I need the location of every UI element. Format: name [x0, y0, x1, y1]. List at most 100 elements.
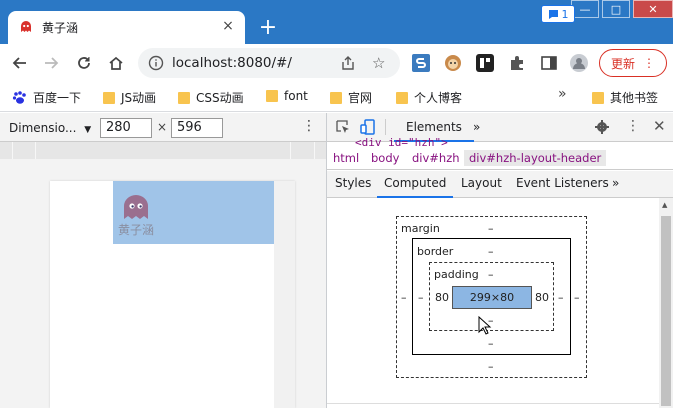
dom-breadcrumb-bar: <div id="hzh"> html body div#hzh div#hzh…: [327, 136, 673, 170]
padding-top-value[interactable]: –: [488, 268, 494, 281]
forward-arrow-icon[interactable]: [40, 52, 62, 74]
tab-close-icon[interactable]: ×: [219, 17, 237, 35]
new-tab-button[interactable]: +: [254, 15, 282, 43]
bookmark-font[interactable]: font: [266, 89, 308, 103]
border-top-value[interactable]: –: [488, 245, 494, 258]
side-panel-icon[interactable]: [540, 54, 558, 72]
browser-toolbar: localhost:8080/#/ ☆ 更新 ⋮: [0, 44, 673, 82]
more-tabs-icon[interactable]: »: [473, 113, 480, 142]
subtabs-more-icon[interactable]: »: [612, 171, 619, 198]
breadcrumb-layout-header[interactable]: div#hzh-layout-header: [464, 150, 607, 166]
bookmark-official-site[interactable]: 官网: [330, 89, 372, 106]
folder-icon: [592, 91, 604, 104]
margin-bottom-value[interactable]: –: [488, 360, 494, 373]
reload-icon[interactable]: [73, 52, 95, 74]
bookmarks-more-icon[interactable]: »: [558, 86, 567, 102]
media-query-ruler[interactable]: [0, 142, 326, 159]
ghost-favicon-icon: [21, 21, 31, 32]
settings-gear-icon[interactable]: [594, 119, 610, 135]
folder-icon: [178, 91, 190, 104]
dropdown-arrow-icon: ▼: [84, 125, 92, 135]
bookmark-personal-blog[interactable]: 个人博客: [396, 89, 462, 106]
ruler-segment: [12, 142, 13, 159]
device-preset-label: Dimensio...: [9, 121, 77, 135]
devtools-menu-icon[interactable]: ⋮: [626, 118, 640, 134]
breadcrumb-div-hzh[interactable]: div#hzh: [412, 151, 460, 165]
inspect-element-icon[interactable]: [335, 119, 351, 135]
device-preset-select[interactable]: Dimensio... ▼: [9, 121, 91, 135]
padding-label: padding: [434, 268, 479, 281]
device-toggle-icon[interactable]: [360, 119, 376, 135]
border-left-value[interactable]: –: [418, 291, 424, 304]
border-right-value[interactable]: –: [558, 291, 564, 304]
device-menu-icon[interactable]: ⋮: [302, 118, 316, 134]
url-text[interactable]: localhost:8080/#/: [172, 55, 292, 71]
devtools-close-icon[interactable]: ✕: [653, 117, 666, 135]
bookmark-js-animation[interactable]: JS动画: [103, 89, 156, 106]
info-icon[interactable]: [148, 55, 164, 71]
box-model-content[interactable]: 299×80: [452, 286, 532, 309]
ghost-logo-icon: [124, 195, 148, 219]
folder-icon: [330, 91, 342, 104]
tab-title: 黄子涵: [42, 21, 79, 35]
bookmark-other[interactable]: 其他书签: [592, 89, 658, 106]
bookmark-star-icon[interactable]: ☆: [372, 54, 385, 72]
tab-computed[interactable]: Computed: [377, 171, 454, 198]
tab-styles[interactable]: Styles: [335, 171, 371, 198]
baidu-paw-icon: [12, 91, 26, 104]
folder-icon: [396, 91, 408, 104]
computed-scrollbar[interactable]: ▲: [659, 198, 673, 408]
dimension-times: ×: [157, 120, 168, 134]
page-scrollbar[interactable]: [274, 181, 295, 408]
border-bottom-value[interactable]: –: [488, 337, 494, 350]
bookmark-label: 其他书签: [610, 91, 659, 105]
browser-menu-icon[interactable]: ⋮: [643, 56, 655, 70]
home-icon[interactable]: [105, 52, 127, 74]
extension-s-icon[interactable]: [412, 54, 430, 72]
back-arrow-icon[interactable]: [9, 52, 31, 74]
extensions-puzzle-icon[interactable]: [508, 54, 526, 72]
ruler-segment: [290, 142, 291, 159]
tab-layout[interactable]: Layout: [461, 171, 502, 198]
bookmark-css-animation[interactable]: CSS动画: [178, 89, 244, 106]
padding-left-value[interactable]: 80: [435, 291, 449, 304]
bookmark-label: 个人博客: [414, 91, 463, 105]
margin-top-value[interactable]: –: [488, 222, 494, 235]
update-button[interactable]: 更新 ⋮: [599, 49, 667, 77]
viewport-width-input[interactable]: 280: [100, 118, 152, 138]
extension-monkey-icon[interactable]: [444, 54, 462, 72]
emulated-page[interactable]: 黄子涵: [50, 181, 295, 408]
margin-right-value[interactable]: –: [574, 291, 580, 304]
window-controls: — □ ✕: [568, 0, 673, 22]
layout-header-highlight[interactable]: 黄子涵: [113, 181, 274, 244]
scroll-thumb[interactable]: [661, 216, 671, 406]
scroll-up-icon[interactable]: ▲: [662, 201, 667, 209]
margin-left-value[interactable]: –: [401, 291, 407, 304]
bookmark-label: 官网: [348, 91, 373, 105]
dom-tree-peek[interactable]: <div id="hzh">: [355, 136, 448, 149]
padding-right-value[interactable]: 80: [535, 291, 549, 304]
mouse-cursor-icon: [478, 316, 492, 335]
breadcrumb-html[interactable]: html: [333, 151, 359, 165]
tab-event-listeners[interactable]: Event Listeners: [516, 171, 609, 198]
bookmark-baidu[interactable]: 百度一下: [12, 89, 81, 106]
extension-grid-icon[interactable]: [476, 54, 494, 72]
breadcrumb-body[interactable]: body: [371, 151, 399, 165]
share-icon[interactable]: [340, 55, 356, 71]
maximize-icon[interactable]: □: [602, 0, 630, 18]
margin-label: margin: [401, 222, 440, 235]
folder-icon: [266, 90, 278, 102]
bookmark-label: 百度一下: [33, 91, 82, 105]
logo-text: 黄子涵: [118, 223, 155, 237]
bookmarks-bar: 百度一下 JS动画 CSS动画 font 官网 个人博客 » 其他书签: [0, 82, 673, 112]
window-close-icon[interactable]: ✕: [633, 0, 673, 18]
chat-issue-icon: [548, 9, 558, 19]
bookmark-label: JS动画: [121, 91, 157, 105]
toolbar-separator: [385, 119, 386, 135]
minimize-icon[interactable]: —: [571, 0, 599, 18]
address-bar[interactable]: localhost:8080/#/ ☆: [138, 48, 400, 78]
issues-badge[interactable]: 1: [541, 5, 575, 23]
viewport-height-input[interactable]: 596: [171, 118, 223, 138]
profile-avatar-icon[interactable]: [570, 54, 588, 72]
browser-tab[interactable]: 黄子涵 ×: [8, 11, 245, 44]
